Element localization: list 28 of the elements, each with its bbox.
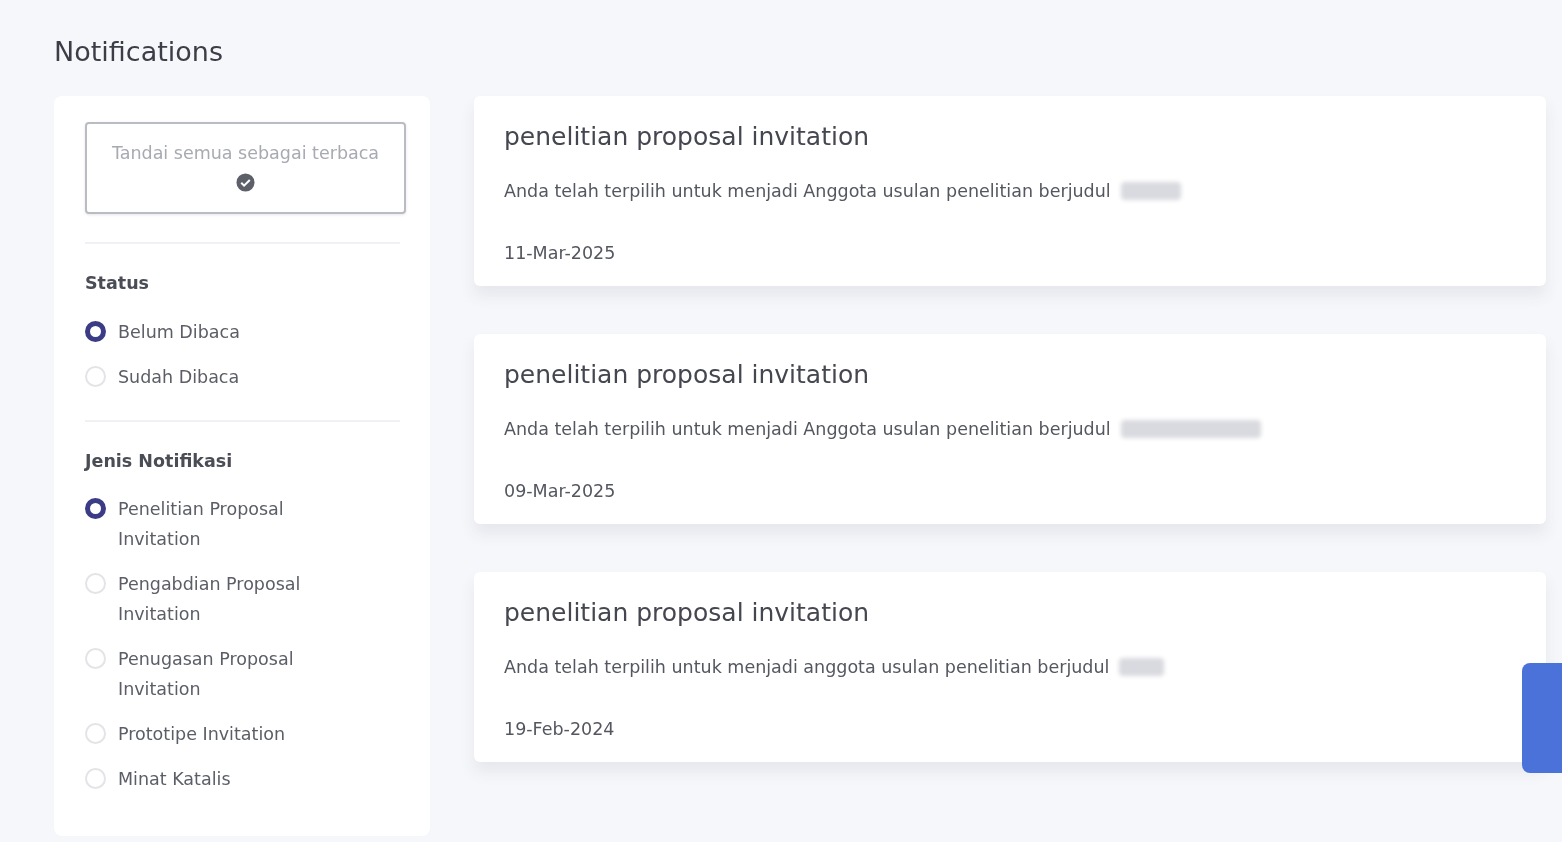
radio-button[interactable] bbox=[85, 497, 106, 519]
filter-heading: Jenis Notifikasi bbox=[85, 449, 234, 473]
notification-message: Anda telah terpilih untuk menjadi anggota usulan penelitian berjudul bbox=[504, 655, 1110, 679]
notification-message: Anda telah terpilih untuk menjadi Anggota usulan penelitian berjudul bbox=[504, 417, 1111, 441]
notification-card[interactable]: penelitian proposal invitation Anda telah terpilih untuk menjadi anggota usulan penelitian berjudul 19-Feb-2024 bbox=[474, 572, 1546, 763]
radio-label: Prototipe Invitation bbox=[118, 722, 286, 746]
notification-card[interactable]: penelitian proposal invitation Anda telah terpilih untuk menjadi Anggota usulan penelitian berjudul 11-Mar-2025 bbox=[474, 96, 1546, 287]
radio-label: Penelitian Proposal Invitation bbox=[118, 497, 285, 551]
notification-title: penelitian proposal invitation bbox=[504, 597, 871, 630]
page-title: Notifications bbox=[54, 36, 224, 69]
notification-date: 19-Feb-2024 bbox=[504, 718, 616, 742]
radio-button[interactable] bbox=[85, 320, 106, 342]
redacted-mark bbox=[1119, 658, 1165, 676]
radio-label: Pengabdian Proposal Invitation bbox=[118, 572, 302, 626]
notification-title: penelitian proposal invitation bbox=[504, 359, 871, 392]
radio-label: Belum Dibaca bbox=[118, 320, 240, 344]
notification-title: penelitian proposal invitation bbox=[504, 121, 871, 154]
radio-label: Penugasan Proposal Invitation bbox=[118, 647, 295, 701]
notification-card[interactable]: penelitian proposal invitation Anda telah terpilih untuk menjadi Anggota usulan penelitian berjudul 09-Mar-2025 bbox=[474, 334, 1546, 525]
check-circle-icon bbox=[236, 173, 255, 193]
filter-heading: Status bbox=[85, 272, 151, 296]
redacted-mark bbox=[1120, 182, 1181, 200]
notification-date: 11-Mar-2025 bbox=[504, 242, 617, 266]
side-tab-button[interactable] bbox=[1522, 663, 1562, 773]
notification-message: Anda telah terpilih untuk menjadi Anggota usulan penelitian berjudul bbox=[504, 179, 1111, 203]
notification-date: 09-Mar-2025 bbox=[504, 480, 617, 504]
radio-label: Minat Katalis bbox=[118, 767, 231, 791]
radio-label: Sudah Dibaca bbox=[118, 365, 240, 389]
